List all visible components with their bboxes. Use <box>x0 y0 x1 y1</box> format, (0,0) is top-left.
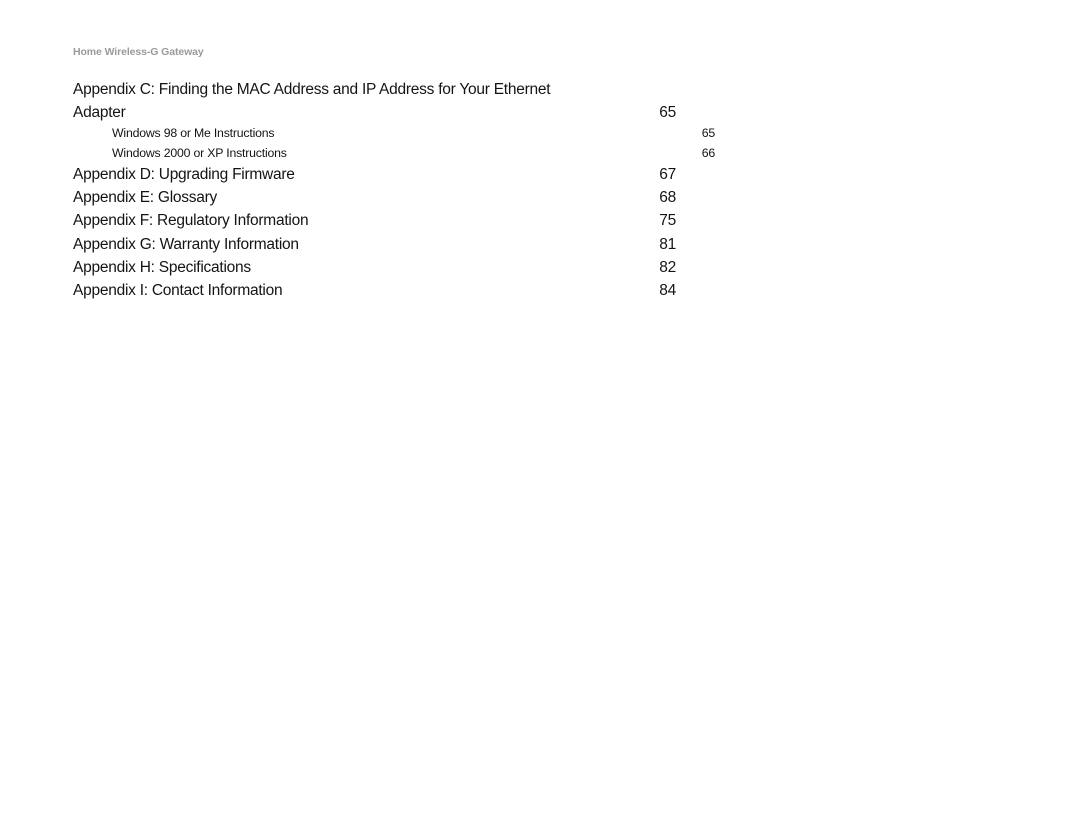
toc-entry-title: Appendix D: Upgrading Firmware <box>73 166 295 183</box>
toc-entry-page-number: 66 <box>701 145 715 160</box>
toc-entry[interactable]: Appendix I: Contact Information 84 <box>73 279 676 302</box>
document-page: Home Wireless-G Gateway Appendix C: Find… <box>0 0 1080 834</box>
toc-entry-title: Appendix F: Regulatory Information <box>73 212 309 230</box>
toc-entry-page-number: 82 <box>659 258 676 276</box>
toc-entry[interactable]: Appendix H: Specifications 82 <box>73 256 676 279</box>
toc-entry-page-number: 65 <box>659 104 676 122</box>
table-of-contents: Appendix C: Finding the MAC Address and … <box>73 78 715 302</box>
toc-entry-title: Appendix C: Finding the MAC Address and … <box>73 81 551 122</box>
toc-entry-page-number: 67 <box>659 166 676 183</box>
toc-entry[interactable]: Appendix G: Warranty Information 81 <box>73 233 676 256</box>
toc-entry[interactable]: Windows 2000 or XP Instructions 66 <box>73 144 715 163</box>
toc-entry[interactable]: Appendix E: Glossary 68 <box>73 186 676 209</box>
toc-entry[interactable]: Appendix C: Finding the MAC Address and … <box>73 78 676 124</box>
toc-entry-title: Appendix E: Glossary <box>73 189 218 207</box>
toc-entry-title: Windows 2000 or XP Instructions <box>112 145 287 160</box>
toc-entry[interactable]: Appendix D: Upgrading Firmware 67 <box>73 163 676 186</box>
toc-entry-page-number: 65 <box>701 126 715 141</box>
toc-entry-title: Appendix I: Contact Information <box>73 282 283 300</box>
toc-entry-title: Appendix G: Warranty Information <box>73 235 299 253</box>
toc-entry[interactable]: Appendix F: Regulatory Information 75 <box>73 209 676 232</box>
running-header: Home Wireless-G Gateway <box>73 46 204 58</box>
toc-entry-title: Appendix H: Specifications <box>73 258 251 276</box>
toc-entry[interactable]: Windows 98 or Me Instructions 65 <box>73 124 715 143</box>
toc-entry-title: Windows 98 or Me Instructions <box>112 126 275 141</box>
toc-entry-page-number: 75 <box>659 212 676 230</box>
toc-entry-page-number: 84 <box>659 282 676 300</box>
toc-entry-page-number: 81 <box>659 235 676 253</box>
toc-entry-page-number: 68 <box>659 189 676 207</box>
